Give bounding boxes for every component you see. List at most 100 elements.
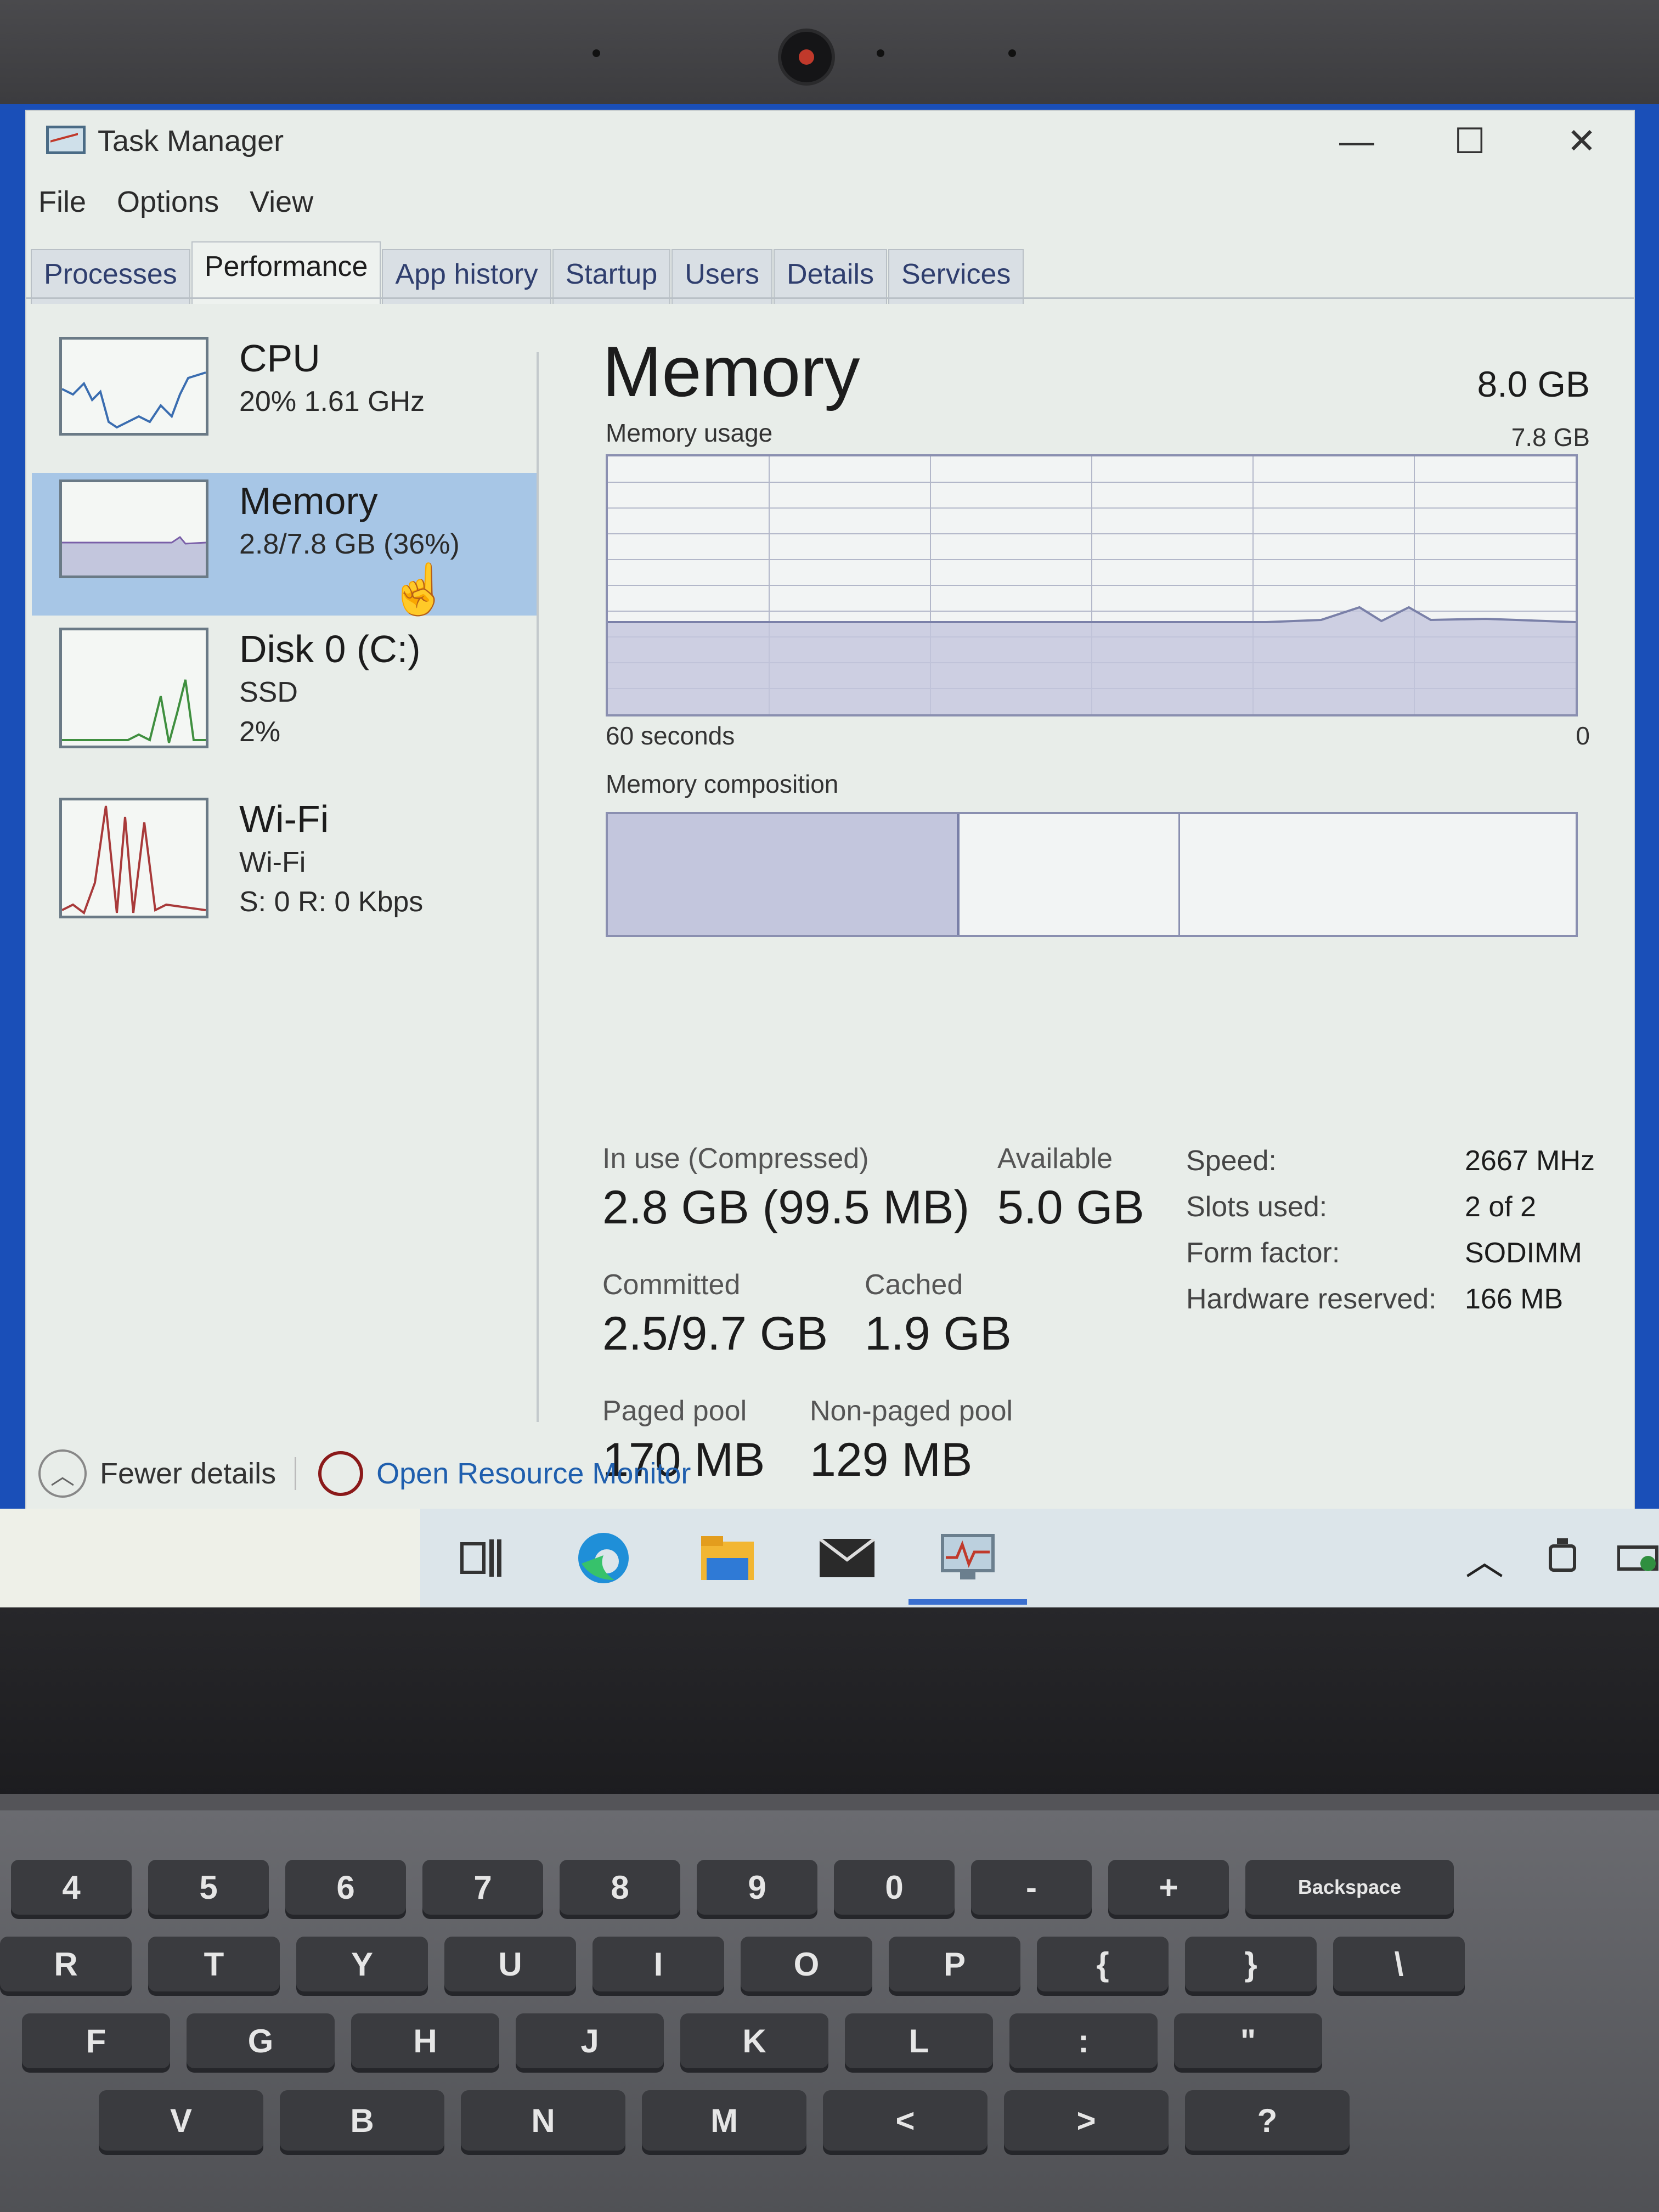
key[interactable]: G — [187, 2013, 335, 2068]
task-manager-taskbar-icon[interactable] — [940, 1531, 995, 1585]
tab-users[interactable]: Users — [672, 249, 773, 304]
menu-options[interactable]: Options — [117, 185, 219, 219]
close-button[interactable]: ✕ — [1541, 111, 1623, 171]
available-label: Available — [997, 1143, 1113, 1175]
key[interactable]: Y — [296, 1937, 428, 1991]
key[interactable]: N — [461, 2090, 625, 2151]
key[interactable]: } — [1185, 1937, 1317, 1991]
key[interactable]: { — [1037, 1937, 1169, 1991]
tab-services[interactable]: Services — [888, 249, 1024, 304]
menu-bar: File Options View — [38, 185, 313, 219]
chevron-up-icon[interactable]: ︿ — [38, 1449, 87, 1498]
key[interactable]: F — [22, 2013, 170, 2068]
key[interactable]: H — [351, 2013, 499, 2068]
sidebar-item-detail: 20% 1.61 GHz — [239, 386, 425, 417]
key[interactable]: > — [1004, 2090, 1169, 2151]
meet-now-icon[interactable] — [1536, 1531, 1591, 1585]
key[interactable]: 7 — [422, 1860, 543, 1915]
bezel-sensor — [877, 49, 884, 57]
menu-file[interactable]: File — [38, 185, 86, 219]
key[interactable]: - — [971, 1860, 1092, 1915]
edge-icon[interactable] — [576, 1531, 631, 1585]
composition-in-use — [608, 814, 960, 935]
chevron-up-icon[interactable]: ︿ — [1457, 1531, 1512, 1585]
screen: Task Manager — ☐ ✕ File Options View Pro… — [0, 104, 1659, 1607]
key[interactable]: U — [444, 1937, 576, 1991]
memory-composition-label: Memory composition — [606, 770, 839, 798]
wifi-thumbnail-graph — [59, 798, 208, 918]
non-paged-pool-label: Non-paged pool — [810, 1395, 1013, 1427]
composition-divider — [1178, 814, 1180, 935]
key[interactable]: P — [889, 1937, 1020, 1991]
key[interactable]: 4 — [11, 1860, 132, 1915]
sidebar-item-wifi[interactable]: Wi-Fi Wi-Fi S: 0 R: 0 Kbps — [32, 791, 537, 950]
key[interactable]: O — [741, 1937, 872, 1991]
in-use-value: 2.8 GB (99.5 MB) — [602, 1181, 970, 1234]
key[interactable]: K — [680, 2013, 828, 2068]
taskbar-search-area[interactable] — [0, 1509, 420, 1607]
task-view-icon[interactable] — [453, 1531, 508, 1585]
tab-performance[interactable]: Performance — [191, 241, 381, 304]
sidebar-item-name: Disk 0 (C:) — [239, 628, 421, 670]
key[interactable]: : — [1009, 2013, 1158, 2068]
performance-sidebar: CPU 20% 1.61 GHz Memory 2.8/7.8 GB (36%)… — [32, 330, 537, 950]
key[interactable]: I — [592, 1937, 724, 1991]
footer-separator — [295, 1457, 297, 1490]
key[interactable]: 6 — [285, 1860, 406, 1915]
key[interactable]: M — [642, 2090, 806, 2151]
key[interactable]: 8 — [560, 1860, 680, 1915]
maximize-button[interactable]: ☐ — [1429, 111, 1511, 171]
key[interactable]: 5 — [148, 1860, 269, 1915]
battery-icon — [1613, 1531, 1659, 1585]
sidebar-item-disk[interactable]: Disk 0 (C:) SSD 2% — [32, 621, 537, 791]
form-factor-label: Form factor: — [1186, 1237, 1340, 1269]
key[interactable]: \ — [1333, 1937, 1465, 1991]
key[interactable]: L — [845, 2013, 993, 2068]
sidebar-item-name: Memory — [239, 479, 378, 522]
key[interactable]: < — [823, 2090, 988, 2151]
memory-usage-label: Memory usage — [606, 419, 773, 447]
task-manager-icon — [46, 126, 86, 156]
tab-processes[interactable]: Processes — [31, 249, 190, 304]
menu-view[interactable]: View — [250, 185, 313, 219]
sidebar-item-memory[interactable]: Memory 2.8/7.8 GB (36%) ☝ — [32, 473, 537, 617]
key[interactable]: 9 — [697, 1860, 817, 1915]
tab-details[interactable]: Details — [774, 249, 887, 304]
cached-value: 1.9 GB — [865, 1307, 1012, 1360]
key[interactable]: J — [516, 2013, 664, 2068]
key[interactable]: Backspace — [1245, 1860, 1454, 1915]
key[interactable]: + — [1108, 1860, 1229, 1915]
key[interactable]: V — [99, 2090, 263, 2151]
memory-usage-max: 7.8 GB — [1511, 423, 1590, 452]
hardware-reserved-value: 166 MB — [1465, 1283, 1564, 1315]
laptop-lower-bezel — [0, 1607, 1659, 1799]
graph-time-span: 60 seconds — [606, 721, 735, 750]
laptop-hinge — [0, 1794, 1659, 1810]
page-title: Memory — [602, 331, 860, 411]
key-row-bottom: V B N M < > ? — [99, 2090, 1350, 2151]
sidebar-item-detail: 2% — [239, 716, 281, 748]
mail-icon[interactable] — [820, 1531, 874, 1585]
key[interactable]: " — [1174, 2013, 1322, 2068]
speed-label: Speed: — [1186, 1145, 1277, 1177]
minimize-button[interactable]: — — [1316, 111, 1398, 171]
key[interactable]: R — [0, 1937, 132, 1991]
key[interactable]: ? — [1185, 2090, 1350, 2151]
fewer-details-link[interactable]: Fewer details — [100, 1457, 276, 1491]
tab-startup[interactable]: Startup — [552, 249, 671, 304]
graph-time-end: 0 — [1576, 721, 1590, 750]
tab-strip: Processes Performance App history Startu… — [31, 241, 1025, 304]
key[interactable]: 0 — [834, 1860, 955, 1915]
paged-pool-label: Paged pool — [602, 1395, 747, 1427]
tab-divider — [26, 297, 1634, 299]
key[interactable]: B — [280, 2090, 444, 2151]
key-row-top-letters: R T Y U I O P { } \ — [0, 1937, 1465, 1991]
file-explorer-icon[interactable] — [700, 1531, 755, 1585]
tab-app-history[interactable]: App history — [382, 249, 551, 304]
bezel-sensor — [592, 49, 600, 57]
sidebar-item-cpu[interactable]: CPU 20% 1.61 GHz — [32, 330, 537, 473]
open-resource-monitor-link[interactable]: Open Resource Monitor — [376, 1457, 691, 1491]
resource-monitor-icon — [318, 1451, 364, 1496]
available-value: 5.0 GB — [997, 1181, 1144, 1234]
key[interactable]: T — [148, 1937, 280, 1991]
